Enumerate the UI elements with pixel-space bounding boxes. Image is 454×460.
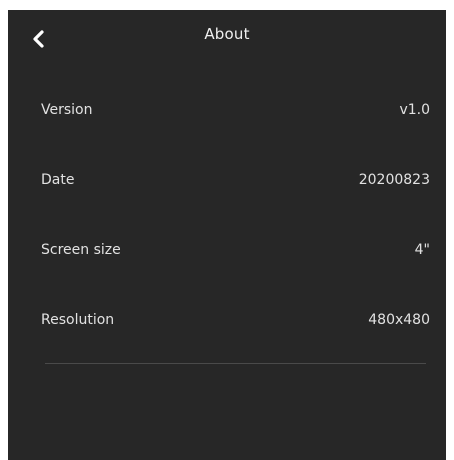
info-row-screen-size: Screen size 4" [41,238,430,262]
info-row-resolution: Resolution 480x480 [41,308,430,332]
resolution-label: Resolution [41,312,115,328]
page-title: About [204,25,250,43]
date-label: Date [41,172,75,188]
resolution-value: 480x480 [368,312,430,328]
screen-size-value: 4" [414,242,430,258]
about-screen: About Version v1.0 Date 20200823 Screen … [8,10,446,460]
version-value: v1.0 [399,102,430,118]
date-value: 20200823 [358,172,430,188]
info-row-date: Date 20200823 [41,168,430,192]
screen-size-label: Screen size [41,242,121,258]
version-label: Version [41,102,93,118]
divider [45,363,426,364]
info-row-version: Version v1.0 [41,98,430,122]
